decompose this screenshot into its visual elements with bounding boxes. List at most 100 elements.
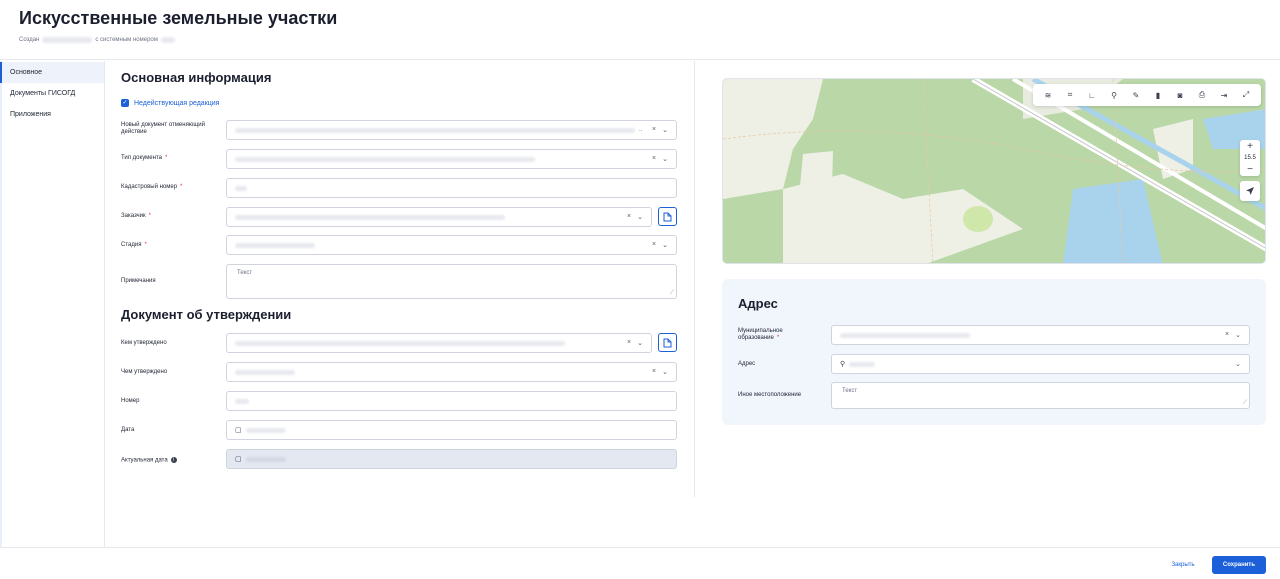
page-subtitle: Создан с системным номером xyxy=(19,37,175,43)
edit-icon[interactable]: ✎ xyxy=(1130,89,1142,101)
customer-card-button[interactable] xyxy=(658,207,677,226)
doc-type-select[interactable]: × ⌄ xyxy=(226,149,677,169)
other-location-label: Иное местоположение xyxy=(738,392,802,398)
inactive-edition-row[interactable]: ✓ Недействующая редакция xyxy=(121,99,219,107)
zoom-out-button[interactable]: − xyxy=(1247,164,1253,175)
clear-icon[interactable]: × xyxy=(1225,331,1229,339)
clear-icon[interactable]: × xyxy=(652,368,656,376)
page-header: Искусственные земельные участки Создан с… xyxy=(0,0,1280,60)
chevron-down-icon[interactable]: ⌄ xyxy=(1235,331,1241,339)
cadastral-input[interactable] xyxy=(226,178,677,198)
zoom-control: + 15.5 − xyxy=(1240,140,1260,176)
other-location-placeholder: Текст xyxy=(842,388,858,394)
redacted-value xyxy=(235,340,565,346)
delete-icon[interactable]: ▮ xyxy=(1152,89,1164,101)
import-icon[interactable]: ⎙ xyxy=(1196,89,1208,101)
camera-icon[interactable]: ◙ xyxy=(1174,89,1186,101)
address-search-select[interactable]: ⚲ ⌄ xyxy=(831,354,1250,374)
redacted-value xyxy=(245,456,286,462)
measure-icon[interactable]: ∟ xyxy=(1086,89,1098,101)
sidebar-item-attachments[interactable]: Приложения xyxy=(0,104,104,125)
chevron-down-icon[interactable]: ⌄ xyxy=(637,213,643,221)
inactive-edition-label: Недействующая редакция xyxy=(134,99,220,107)
created-suffix: с системным номером xyxy=(95,37,158,43)
info-icon[interactable]: i xyxy=(170,457,177,463)
chevron-down-icon[interactable]: ⌄ xyxy=(662,126,668,134)
search-icon: ⚲ xyxy=(840,361,846,368)
date-label: Дата xyxy=(121,427,135,433)
document-icon xyxy=(663,338,672,347)
redacted-author xyxy=(42,37,93,43)
map-tiles xyxy=(723,79,1265,263)
sidebar: Основное Документы ГИСОГД Приложения xyxy=(0,61,105,547)
redacted-system-number xyxy=(160,37,175,43)
redacted-value xyxy=(235,242,315,248)
approved-by-card-button[interactable] xyxy=(658,333,677,352)
redacted-value xyxy=(235,214,505,220)
clear-icon[interactable]: × xyxy=(627,213,631,221)
date-input[interactable]: ▢ xyxy=(226,420,677,440)
export-icon[interactable]: ⇥ xyxy=(1218,89,1230,101)
footer-bar xyxy=(0,547,1280,579)
zoom-in-button[interactable]: + xyxy=(1247,141,1253,152)
redacted-value xyxy=(235,185,247,191)
cadastral-label: Кадастровый номер * xyxy=(121,184,183,190)
redacted-value xyxy=(235,369,295,375)
column-divider xyxy=(694,61,695,497)
clear-icon[interactable]: × xyxy=(652,241,656,249)
stage-label: Стадия * xyxy=(121,242,147,248)
chevron-down-icon[interactable]: ⌄ xyxy=(662,241,668,249)
close-button[interactable]: Закрыть xyxy=(1162,556,1204,574)
layers-icon[interactable]: ≋ xyxy=(1042,89,1054,101)
address-label: Адрес xyxy=(738,361,756,367)
doc-type-label: Тип документа * xyxy=(121,155,168,161)
sidebar-item-main[interactable]: Основное xyxy=(0,62,104,83)
clear-icon[interactable]: × xyxy=(627,339,631,347)
stage-select[interactable]: × ⌄ xyxy=(226,235,677,255)
page-title: Искусственные земельные участки xyxy=(19,8,338,28)
sidebar-item-gisogd-docs[interactable]: Документы ГИСОГД xyxy=(0,83,104,104)
customer-select[interactable]: × ⌄ xyxy=(226,207,652,227)
notes-textarea[interactable]: Текст ⟋ xyxy=(226,264,677,299)
customer-label: Заказчик * xyxy=(121,213,151,219)
save-button[interactable]: Сохранить xyxy=(1212,556,1266,574)
navigation-arrow-icon xyxy=(1246,187,1254,195)
number-label: Номер xyxy=(121,398,140,404)
cancel-doc-select[interactable]: .. × ⌄ xyxy=(226,120,677,140)
municipal-select[interactable]: × ⌄ xyxy=(831,325,1250,345)
redacted-value xyxy=(245,427,286,433)
document-icon xyxy=(663,212,672,221)
chevron-down-icon[interactable]: ⌄ xyxy=(662,155,668,163)
clear-icon[interactable]: × xyxy=(652,155,656,163)
redacted-value xyxy=(235,127,635,133)
number-input[interactable] xyxy=(226,391,677,411)
inactive-edition-checkbox[interactable]: ✓ xyxy=(121,99,129,107)
approved-with-label: Чем утверждено xyxy=(121,369,168,375)
redacted-value xyxy=(235,398,249,404)
clear-icon[interactable]: × xyxy=(652,126,656,134)
locate-button[interactable] xyxy=(1240,181,1260,201)
chevron-down-icon[interactable]: ⌄ xyxy=(1235,360,1241,368)
calendar-icon[interactable]: ▢ xyxy=(235,426,242,434)
notes-label: Примечания xyxy=(121,278,156,284)
actual-date-label: Актуальная дата i xyxy=(121,457,177,465)
approved-by-select[interactable]: × ⌄ xyxy=(226,333,652,353)
select-area-icon[interactable]: ⌗ xyxy=(1064,89,1076,101)
fullscreen-icon[interactable]: ⤢ xyxy=(1240,89,1252,101)
resize-grip-icon[interactable]: ⟋ xyxy=(1243,400,1247,407)
approved-by-label: Кем утверждено xyxy=(121,340,167,346)
municipal-label: Муниципальное образование * xyxy=(738,328,783,341)
redacted-value xyxy=(235,156,535,162)
chevron-down-icon[interactable]: ⌄ xyxy=(637,339,643,347)
resize-grip-icon[interactable]: ⟋ xyxy=(670,290,674,297)
redacted-value xyxy=(849,361,876,367)
map-toolbar: ≋ ⌗ ∟ ⚲ ✎ ▮ ◙ ⎙ ⇥ ⤢ xyxy=(1033,84,1261,106)
other-location-textarea[interactable]: Текст ⟋ xyxy=(831,382,1250,409)
zoom-level: 15.5 xyxy=(1244,155,1256,161)
chevron-down-icon[interactable]: ⌄ xyxy=(662,368,668,376)
cancel-doc-label: Новый документ отменяющий действие xyxy=(121,122,205,135)
approved-with-select[interactable]: × ⌄ xyxy=(226,362,677,382)
main-info-title: Основная информация xyxy=(121,70,272,85)
notes-placeholder: Текст xyxy=(237,270,253,276)
search-icon[interactable]: ⚲ xyxy=(1108,89,1120,101)
